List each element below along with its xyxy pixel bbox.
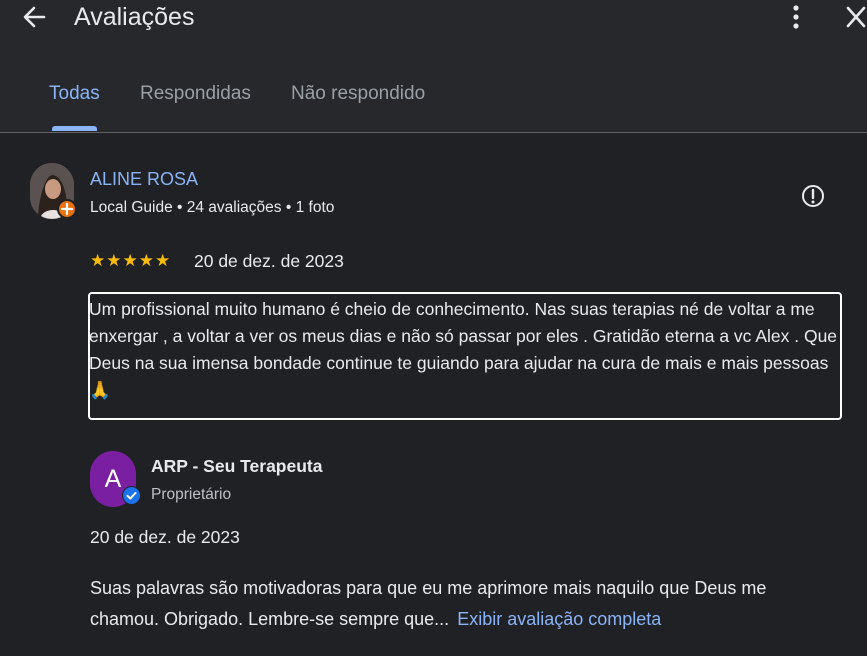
tab-todas[interactable]: Todas	[49, 82, 100, 106]
review-text: Um profissional muito humano é cheio de …	[89, 299, 838, 400]
report-icon[interactable]	[801, 183, 825, 209]
back-arrow-icon[interactable]	[20, 2, 48, 32]
owner-role: Proprietário	[151, 486, 232, 503]
active-tab-indicator	[52, 126, 97, 131]
reply-text: Suas palavras são motivadoras para que e…	[90, 578, 767, 629]
review-date: 20 de dez. de 2023	[194, 251, 344, 271]
app-header: Avaliações Todas Respondidas Não respond…	[0, 0, 867, 133]
page-title: Avaliações	[74, 3, 195, 31]
tab-nao-respondido[interactable]: Não respondido	[291, 82, 425, 106]
reviewer-meta: Local Guide • 24 avaliações • 1 foto	[90, 199, 335, 216]
tab-respondidas[interactable]: Respondidas	[140, 82, 251, 106]
reply-date: 20 de dez. de 2023	[90, 527, 240, 547]
star-rating: ★★★★★	[90, 251, 172, 270]
reply-text-block: Suas palavras são motivadoras para que e…	[90, 573, 810, 635]
local-guide-badge-icon	[57, 199, 77, 219]
more-vert-icon[interactable]	[785, 2, 807, 32]
verified-badge-icon	[122, 486, 141, 505]
close-icon[interactable]	[842, 2, 867, 32]
owner-name: ARP - Seu Terapeuta	[151, 456, 323, 476]
show-full-review-link[interactable]: Exibir avaliação completa	[457, 609, 661, 629]
reviewer-name[interactable]: ALINE ROSA	[90, 168, 198, 190]
